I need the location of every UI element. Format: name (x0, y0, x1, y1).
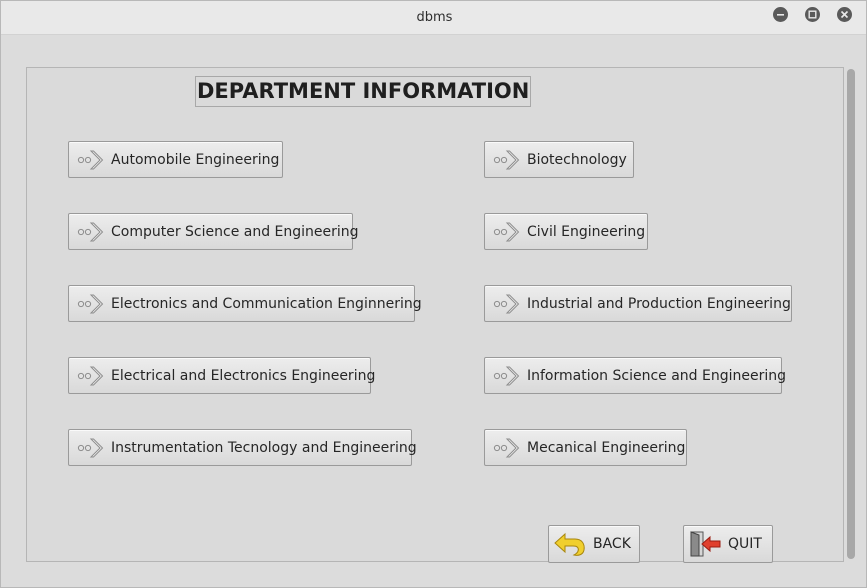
arrow-right-icon (77, 150, 104, 169)
dept-computer-science-button[interactable]: Computer Science and Engineering (68, 213, 359, 250)
minimize-button[interactable] (773, 7, 788, 22)
dept-label: Information Science and Engineering (527, 367, 786, 384)
title-bar[interactable]: dbms (1, 1, 866, 35)
arrow-right-icon (493, 222, 520, 241)
dept-industrial-production-button[interactable]: Industrial and Production Engineering (484, 285, 792, 322)
back-arrow-icon (554, 532, 585, 556)
maximize-icon (808, 10, 817, 19)
dept-label: Electrical and Electronics Engineering (111, 367, 376, 384)
dept-label: Mecanical Engineering (527, 439, 686, 456)
dept-electrical-electronics-button[interactable]: Electrical and Electronics Engineering (68, 357, 375, 394)
quit-button[interactable]: QUIT (683, 525, 773, 563)
arrow-right-icon (493, 366, 520, 385)
arrow-right-icon (493, 438, 520, 457)
quit-label: QUIT (728, 536, 762, 552)
dept-label: Civil Engineering (527, 223, 646, 240)
vertical-scrollbar[interactable] (844, 67, 857, 562)
close-button[interactable] (837, 7, 852, 22)
dept-automobile-button[interactable]: Automobile Engineering (68, 141, 283, 178)
back-button[interactable]: BACK (548, 525, 640, 563)
exit-door-icon (690, 531, 721, 557)
arrow-right-icon (77, 366, 104, 385)
minimize-icon (777, 14, 784, 16)
arrow-right-icon (77, 294, 104, 313)
dept-mechanical-button[interactable]: Mecanical Engineering (484, 429, 687, 466)
dept-biotechnology-button[interactable]: Biotechnology (484, 141, 634, 178)
dept-label: Industrial and Production Engineering (527, 295, 791, 312)
close-icon (840, 10, 849, 19)
page-title: DEPARTMENT INFORMATION (195, 76, 532, 107)
dept-instrumentation-button[interactable]: Instrumentation Tecnology and Engineerin… (68, 429, 417, 466)
window-title: dbms (416, 10, 453, 25)
arrow-right-icon (493, 150, 520, 169)
scrollbar-thumb[interactable] (847, 69, 855, 559)
dept-information-science-button[interactable]: Information Science and Engineering (484, 357, 786, 394)
maximize-button[interactable] (805, 7, 820, 22)
app-window: dbms DEPARTMENT INFORMATION Automobile E… (0, 0, 867, 588)
dept-label: Biotechnology (527, 151, 627, 168)
dept-label: Computer Science and Engineering (111, 223, 359, 240)
dept-electronics-communication-button[interactable]: Electronics and Communication Enginnerin… (68, 285, 422, 322)
arrow-right-icon (493, 294, 520, 313)
dept-label: Instrumentation Tecnology and Engineerin… (111, 439, 417, 456)
dept-label: Automobile Engineering (111, 151, 280, 168)
arrow-right-icon (77, 222, 104, 241)
back-label: BACK (593, 536, 631, 552)
arrow-right-icon (77, 438, 104, 457)
dept-civil-button[interactable]: Civil Engineering (484, 213, 648, 250)
dept-label: Electronics and Communication Enginnerin… (111, 295, 422, 312)
